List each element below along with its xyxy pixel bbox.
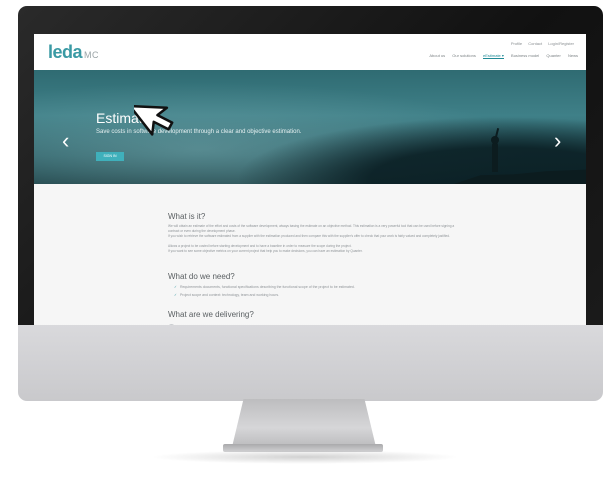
section-heading-what-do-we-need: What do we need? <box>168 272 235 281</box>
nav-item-quanter[interactable]: Quanter <box>546 53 560 58</box>
hero-rock-silhouette <box>454 169 586 184</box>
hero-banner: ‹ › Estimati Save costs in software deve… <box>34 70 586 184</box>
utility-link-login[interactable]: Login/Register <box>548 41 574 46</box>
check-icon: ✓ <box>174 293 177 297</box>
list-item-text: Requirements documents, functional speci… <box>179 285 355 289</box>
hero-subtitle: Save costs in software development throu… <box>96 129 302 135</box>
nav-item-solutions[interactable]: Our solutions <box>452 53 476 58</box>
check-icon: ✓ <box>174 285 177 289</box>
list-item: ✓ Project scope and context: technology, … <box>174 293 279 297</box>
paragraph: If you wish to retrieve the software est… <box>168 234 450 238</box>
paragraph: If you want to see some objective metric… <box>168 249 363 253</box>
monitor-chin <box>18 325 603 401</box>
nav-item-business-model[interactable]: Business model <box>511 53 539 58</box>
site-header: leda MC Profile Contact Login/Register Ab… <box>34 34 586 70</box>
monitor-shadow <box>150 450 460 464</box>
utility-links: Profile Contact Login/Register <box>506 41 574 46</box>
hero-person-silhouette <box>491 136 499 172</box>
list-item-text: Project scope and context: technology, t… <box>179 293 280 297</box>
nav-item-eestimate[interactable]: eEstimate ▾ <box>483 53 504 59</box>
nav-item-about[interactable]: About us <box>429 53 445 58</box>
logo-main: leda <box>48 42 83 62</box>
chevron-right-icon[interactable]: › <box>554 130 561 152</box>
hero-sign-in-button[interactable]: SIGN IN <box>96 152 124 161</box>
browser-screen: leda MC Profile Contact Login/Register Ab… <box>34 34 586 360</box>
monitor-stand-neck <box>232 399 376 447</box>
paragraph: We will obtain an estimate of the effort… <box>168 224 455 233</box>
chevron-left-icon[interactable]: ‹ <box>62 130 69 152</box>
nav-item-news[interactable]: News <box>568 53 578 58</box>
main-nav: About us Our solutions eEstimate ▾ Busin… <box>423 53 578 59</box>
utility-link-contact[interactable]: Contact <box>528 41 542 46</box>
site-logo[interactable]: leda MC <box>48 42 99 63</box>
logo-sub: MC <box>84 50 100 60</box>
section-heading-what-is-it: What is it? <box>168 212 206 221</box>
section-heading-what-are-we-delivering: What are we delivering? <box>168 310 254 319</box>
utility-link-profile[interactable]: Profile <box>511 41 522 46</box>
mouse-cursor-icon <box>134 104 174 136</box>
list-item: ✓ Requirements documents, functional spec… <box>174 285 355 289</box>
